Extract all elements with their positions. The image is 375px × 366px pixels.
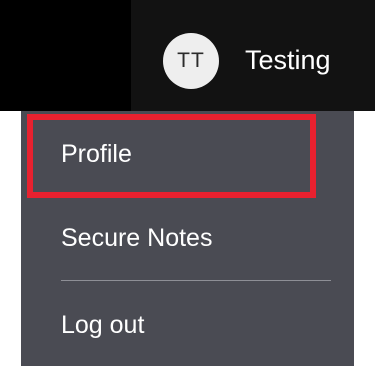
avatar[interactable]: TT [163, 33, 219, 89]
menu-divider [61, 280, 331, 281]
menu-item-profile[interactable]: Profile [61, 137, 132, 171]
menu-item-log-out[interactable]: Log out [61, 308, 144, 342]
username-label[interactable]: Testing [245, 42, 331, 78]
menu-item-secure-notes[interactable]: Secure Notes [61, 221, 212, 255]
